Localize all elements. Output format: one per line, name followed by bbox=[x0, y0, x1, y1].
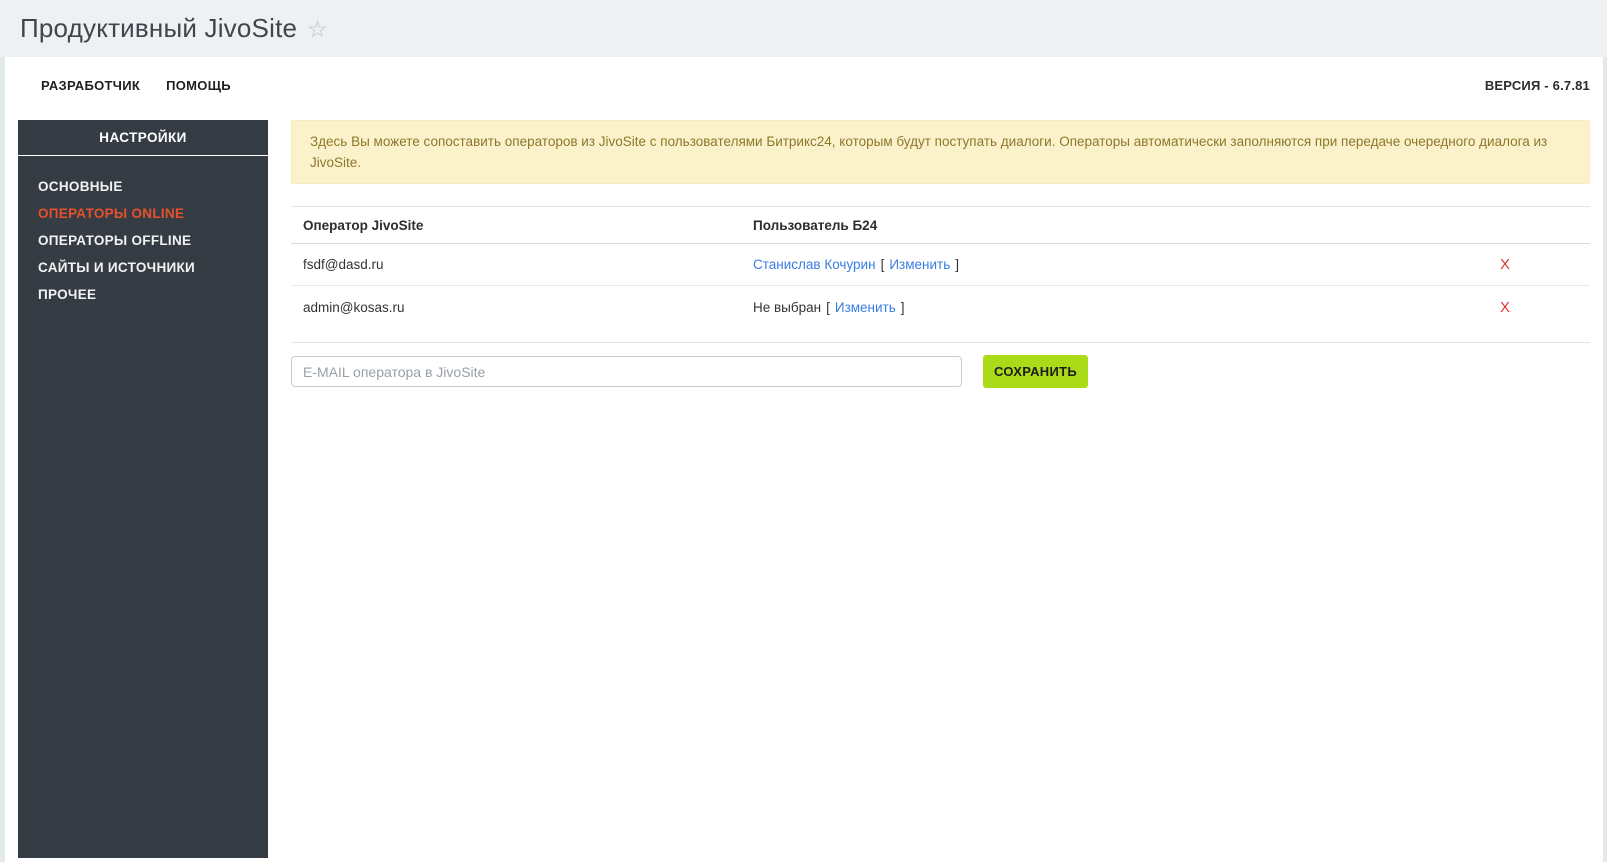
table-row: fsdf@dasd.ru Станислав Кочурин [ Изменить]… bbox=[291, 244, 1590, 286]
operator-email: admin@kosas.ru bbox=[303, 299, 405, 315]
bracket-close: ] bbox=[955, 257, 959, 272]
sidebar-header: НАСТРОЙКИ bbox=[18, 120, 268, 156]
sidebar-item-operators-online[interactable]: ОПЕРАТОРЫ ONLINE bbox=[18, 200, 268, 227]
user-cell: Станислав Кочурин [ Изменить] bbox=[741, 257, 1420, 272]
operator-email: fsdf@dasd.ru bbox=[303, 257, 384, 272]
bracket-open: [ bbox=[826, 299, 830, 315]
page-title: Продуктивный JivoSite bbox=[20, 13, 298, 43]
user-name-plain: Не выбран bbox=[753, 299, 822, 315]
table-row: admin@kosas.ru Не выбран[ Изменить] X bbox=[291, 286, 1590, 328]
operators-table: Оператор JivoSite Пользователь Б24 fsdf@… bbox=[291, 206, 1590, 388]
user-name-link[interactable]: Станислав Кочурин bbox=[753, 257, 876, 272]
operator-email-input[interactable] bbox=[291, 356, 962, 387]
help-menu-item[interactable]: ПОМОЩЬ bbox=[166, 78, 231, 98]
settings-sidebar: НАСТРОЙКИ ОСНОВНЫЕ ОПЕРАТОРЫ ONLINE ОПЕР… bbox=[18, 120, 268, 858]
version-label: ВЕРСИЯ - 6.7.81 bbox=[1484, 78, 1590, 93]
sidebar-item-operators-offline[interactable]: ОПЕРАТОРЫ OFFLINE bbox=[18, 227, 268, 254]
add-operator-form: СОХРАНИТЬ bbox=[291, 343, 1590, 388]
delete-operator-button[interactable]: X bbox=[1500, 299, 1510, 316]
actions-cell: X bbox=[1420, 299, 1590, 316]
developer-menu-item[interactable]: РАЗРАБОТЧИК bbox=[41, 78, 140, 98]
save-button[interactable]: СОХРАНИТЬ bbox=[983, 355, 1088, 388]
bracket-open: [ bbox=[880, 257, 885, 272]
sidebar-nav: ОСНОВНЫЕ ОПЕРАТОРЫ ONLINE ОПЕРАТОРЫ OFFL… bbox=[18, 156, 268, 308]
user-cell: Не выбран[ Изменить] bbox=[741, 300, 1420, 315]
main-content: Здесь Вы можете сопоставить операторов и… bbox=[291, 120, 1590, 388]
delete-operator-button[interactable]: X bbox=[1500, 256, 1510, 273]
sidebar-item-sites-sources[interactable]: САЙТЫ И ИСТОЧНИКИ bbox=[18, 254, 268, 281]
bracket-close: ] bbox=[900, 299, 905, 315]
sidebar-item-other[interactable]: ПРОЧЕЕ bbox=[18, 281, 268, 308]
table-bottom-divider bbox=[291, 328, 1590, 343]
page-header: Продуктивный JivoSite ☆ bbox=[0, 0, 1607, 57]
app-top-menu: РАЗРАБОТЧИК ПОМОЩЬ bbox=[41, 78, 231, 98]
column-header-operator: Оператор JivoSite bbox=[303, 217, 424, 233]
edit-link[interactable]: Изменить bbox=[889, 257, 950, 272]
favorite-star-icon[interactable]: ☆ bbox=[307, 18, 328, 41]
edit-link[interactable]: Изменить bbox=[835, 300, 896, 315]
app-panel: РАЗРАБОТЧИК ПОМОЩЬ ВЕРСИЯ - 6.7.81 НАСТР… bbox=[5, 57, 1603, 862]
actions-cell: X bbox=[1420, 256, 1590, 273]
sidebar-item-main[interactable]: ОСНОВНЫЕ bbox=[18, 173, 268, 200]
info-banner: Здесь Вы можете сопоставить операторов и… bbox=[291, 120, 1590, 184]
table-header-row: Оператор JivoSite Пользователь Б24 bbox=[291, 206, 1590, 244]
column-header-user: Пользователь Б24 bbox=[753, 217, 878, 233]
